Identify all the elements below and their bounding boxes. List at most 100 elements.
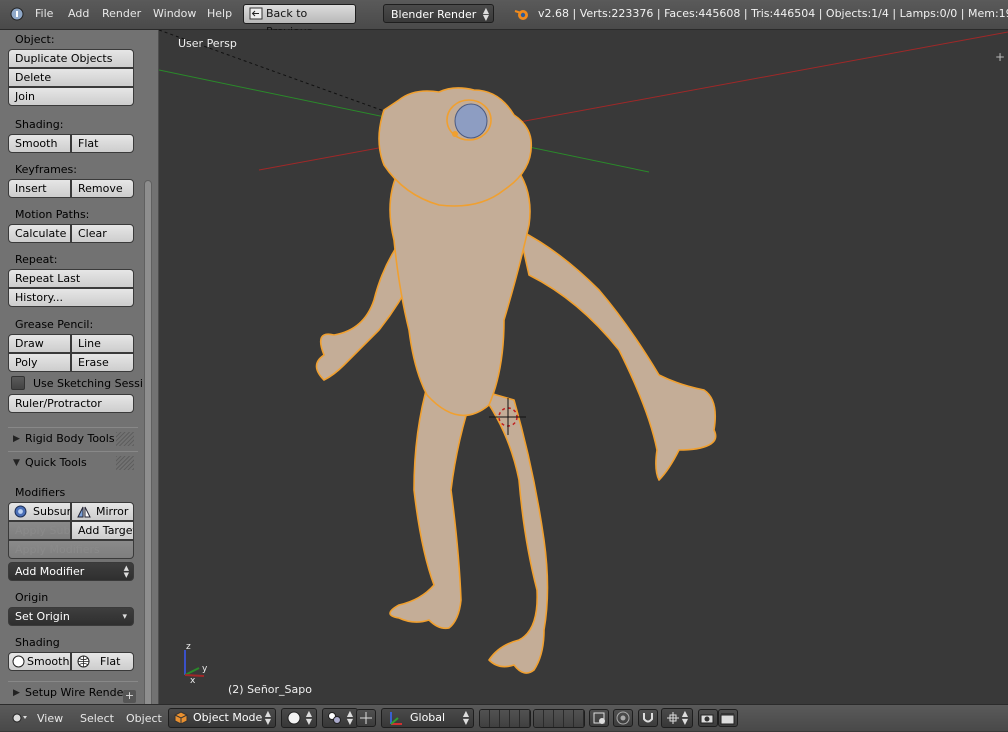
menu-select[interactable]: Select: [80, 712, 114, 725]
manipulator-toggle[interactable]: [356, 709, 376, 727]
view-perspective-label: User Persp: [178, 37, 237, 50]
calculate-paths-button[interactable]: Calculate: [8, 224, 71, 243]
dropdown-arrows-icon: ▲ ▼: [346, 709, 353, 726]
grease-line-button[interactable]: Line: [71, 334, 134, 353]
sketching-session-label: Use Sketching Sessi: [33, 377, 143, 390]
menu-window[interactable]: Window: [153, 7, 196, 20]
collapsed-triangle-icon: ▶: [13, 434, 20, 444]
editor-type-icon[interactable]: [8, 709, 30, 730]
duplicate-objects-button[interactable]: Duplicate Objects: [8, 49, 134, 68]
remove-keyframe-button[interactable]: Remove: [71, 179, 134, 198]
dropdown-arrows-icon: ▲ ▼: [123, 564, 129, 579]
snap-element-dropdown[interactable]: ▲ ▼: [661, 708, 693, 728]
repeat-section-label: Repeat:: [15, 253, 58, 266]
add-target-button[interactable]: Add Target: [71, 521, 134, 540]
grease-erase-button[interactable]: Erase: [71, 353, 134, 372]
viewport-shading-dropdown[interactable]: ▲ ▼: [281, 708, 317, 728]
render-engine-dropdown[interactable]: Blender Render ▲ ▼: [383, 4, 494, 23]
snap-target-icon: [666, 711, 680, 731]
subsurf-button[interactable]: Subsurf: [8, 502, 71, 521]
render-still-button[interactable]: [698, 709, 718, 727]
render-animation-button[interactable]: [718, 709, 738, 727]
repeat-last-button[interactable]: Repeat Last: [8, 269, 134, 288]
scene-statistics: v2.68 | Verts:223376 | Faces:445608 | Tr…: [538, 7, 1008, 20]
3d-viewport[interactable]: z y x User Persp (2) Señor_Sapo +: [159, 30, 1008, 704]
subsurf-icon: [14, 505, 27, 520]
history-button[interactable]: History...: [8, 288, 134, 307]
panel-grip-icon[interactable]: [116, 456, 134, 470]
motion-paths-section-label: Motion Paths:: [15, 208, 90, 221]
set-origin-label: Set Origin: [15, 610, 70, 623]
object-section-label: Object:: [15, 33, 55, 46]
mode-label: Object Mode: [193, 711, 263, 724]
set-origin-dropdown[interactable]: Set Origin ▾: [8, 607, 134, 626]
object-mode-cube-icon: [174, 711, 188, 731]
quick-flat-button[interactable]: Flat: [71, 652, 134, 671]
tool-shelf-scrollbar[interactable]: [144, 180, 152, 704]
collapsed-triangle-icon: ▶: [13, 688, 20, 698]
layers-grid-b[interactable]: [533, 709, 585, 728]
sphere-flat-icon: [77, 655, 90, 670]
dropdown-arrows-icon: ▲ ▼: [681, 709, 688, 726]
origin-label: Origin: [15, 591, 49, 604]
menu-file[interactable]: File: [35, 7, 53, 20]
delete-button[interactable]: Delete: [8, 68, 134, 87]
shade-flat-button[interactable]: Flat: [71, 134, 134, 153]
quick-tools-panel-header[interactable]: ▼ Quick Tools: [8, 451, 138, 474]
back-to-previous-button[interactable]: Back to Previous: [243, 4, 356, 38]
region-plus-icon[interactable]: +: [995, 50, 1005, 64]
keyframes-section-label: Keyframes:: [15, 163, 77, 176]
pivot-point-dropdown[interactable]: ▲ ▼: [322, 708, 358, 728]
transform-orientation-dropdown[interactable]: Global ▲ ▼: [381, 708, 474, 728]
dropdown-arrows-icon: ▲ ▼: [462, 709, 469, 726]
gizmo-x-label: x: [190, 676, 196, 686]
mirror-button[interactable]: Mirror: [71, 502, 134, 521]
grease-draw-button[interactable]: Draw: [8, 334, 71, 353]
gizmo-z-label: z: [186, 642, 191, 652]
clear-paths-button[interactable]: Clear: [71, 224, 134, 243]
menu-add[interactable]: Add: [68, 7, 89, 20]
quick-smooth-button[interactable]: Smooth: [8, 652, 71, 671]
viewport-scene: z y x: [159, 30, 1008, 686]
proportional-edit-button[interactable]: [613, 709, 633, 727]
layers-grid-a[interactable]: [479, 709, 531, 728]
menu-object[interactable]: Object: [126, 712, 162, 725]
x-axis-line: [258, 31, 1008, 171]
shading-section-label: Shading:: [15, 118, 64, 131]
info-editor-icon[interactable]: [8, 5, 26, 23]
panel-grip-icon[interactable]: [116, 432, 134, 446]
dropdown-arrows-icon: ▲ ▼: [305, 709, 312, 726]
mode-dropdown[interactable]: Object Mode ▲ ▼: [168, 708, 276, 728]
apply-modifiers-button[interactable]: Apply Modifiers: [8, 540, 134, 559]
menu-view[interactable]: View: [37, 712, 63, 725]
setup-wire-render-panel-header[interactable]: ▶ Setup Wire Render: [8, 681, 138, 704]
add-modifier-label: Add Modifier: [15, 565, 85, 578]
render-engine-label: Blender Render: [391, 8, 477, 21]
sketching-session-checkbox[interactable]: [11, 376, 25, 390]
clapperboard-icon: [720, 713, 735, 725]
ruler-protractor-button[interactable]: Ruler/Protractor: [8, 394, 134, 413]
grease-poly-button[interactable]: Poly: [8, 353, 71, 372]
snap-toggle[interactable]: [638, 709, 658, 727]
menu-render[interactable]: Render: [102, 7, 141, 20]
shading-label: Shading: [15, 636, 60, 649]
add-modifier-dropdown[interactable]: Add Modifier ▲ ▼: [8, 562, 134, 581]
transform-axes-icon: [388, 710, 404, 732]
apply-subsurf-button[interactable]: Apply Subs: [8, 521, 71, 540]
rigid-body-tools-label: Rigid Body Tools: [25, 432, 115, 445]
magnet-icon: [643, 713, 653, 723]
join-button[interactable]: Join: [8, 87, 134, 106]
mirror-label: Mirror: [96, 505, 129, 518]
menu-help[interactable]: Help: [207, 7, 232, 20]
modifiers-label: Modifiers: [15, 486, 66, 499]
shade-smooth-button[interactable]: Smooth: [8, 134, 71, 153]
insert-keyframe-button[interactable]: Insert: [8, 179, 71, 198]
3d-view-header: View Select Object Object Mode ▲ ▼ ▲ ▼ ▲ ▼ …: [0, 704, 1008, 731]
region-plus-icon[interactable]: +: [123, 690, 136, 703]
quick-smooth-label: Smooth: [27, 655, 70, 668]
rigid-body-tools-panel-header[interactable]: ▶ Rigid Body Tools: [8, 427, 138, 450]
solid-shading-icon: [287, 711, 301, 731]
frog-model: [315, 87, 717, 674]
gizmo-y-label: y: [202, 664, 208, 674]
lock-layer-button[interactable]: [589, 709, 609, 727]
